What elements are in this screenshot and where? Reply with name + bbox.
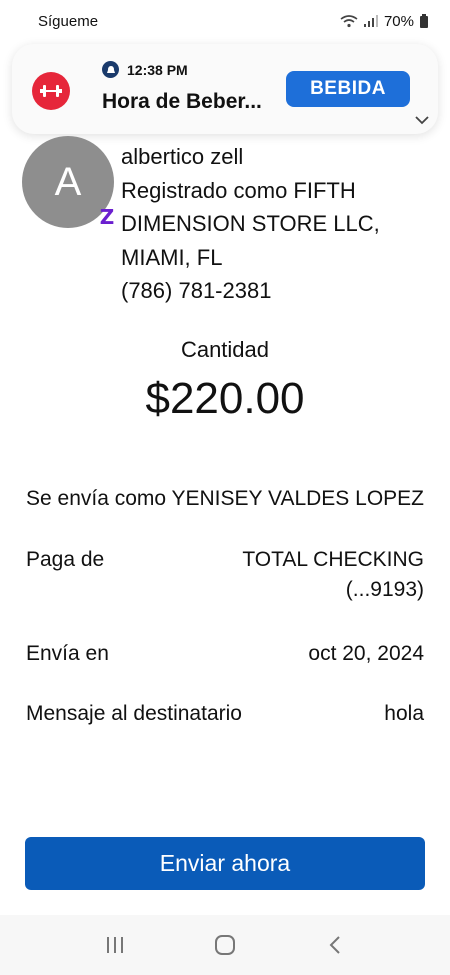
status-bar: Sígueme 70%: [0, 0, 450, 42]
detail-label: Paga de: [26, 548, 105, 571]
send-now-button[interactable]: Enviar ahora: [25, 837, 425, 890]
dumbbell-icon: [32, 72, 70, 110]
detail-label: Se envía como: [26, 487, 167, 510]
detail-row-send-as: Se envía como YENISEY VALDES LOPEZ: [26, 484, 424, 514]
detail-label: Envía en: [26, 642, 109, 665]
back-icon[interactable]: [315, 925, 355, 965]
zelle-icon: Z: [99, 205, 115, 229]
amount-value: $220.00: [145, 374, 305, 423]
notification-card[interactable]: 12:38 PM Hora de Beber... BEBIDA: [12, 44, 438, 134]
battery-percent: 70%: [383, 12, 414, 30]
notification-title: Hora de Beber...: [102, 90, 262, 113]
home-icon[interactable]: [205, 925, 245, 965]
notification-action-button[interactable]: BEBIDA: [286, 71, 410, 107]
wifi-icon: [340, 14, 358, 28]
detail-value: oct 20, 2024: [308, 642, 424, 665]
recipient-registration: Registrado como FIFTH DIMENSION STORE LL…: [121, 177, 380, 270]
bell-icon: [102, 61, 119, 78]
amount-label: Cantidad: [180, 337, 270, 362]
battery-icon: [420, 14, 428, 28]
signal-icon: [363, 15, 378, 27]
recent-apps-icon[interactable]: [95, 925, 135, 965]
detail-value: TOTAL CHECKING (...9193): [242, 548, 424, 601]
recipient-info: albertico zell Registrado como FIFTH DIM…: [121, 140, 431, 308]
detail-value: YENISEY VALDES LOPEZ: [171, 487, 425, 510]
status-indicators: 70%: [340, 13, 428, 30]
detail-row-pay-from: Paga de TOTAL CHECKING (...9193): [26, 545, 424, 605]
detail-label: Mensaje al destinatario: [26, 702, 242, 725]
detail-value: hola: [384, 702, 424, 725]
system-nav-bar: [0, 915, 450, 975]
notification-time: 12:38 PM: [127, 61, 188, 78]
detail-row-send-on: Envía en oct 20, 2024: [26, 639, 424, 669]
status-left-label: Sígueme: [38, 12, 99, 30]
recipient-name: albertico zell: [121, 144, 244, 169]
notification-meta: 12:38 PM: [102, 61, 188, 78]
recipient-phone: (786) 781-2381: [121, 278, 272, 304]
detail-row-message: Mensaje al destinatario hola: [26, 699, 424, 729]
chevron-down-icon[interactable]: [414, 112, 432, 130]
